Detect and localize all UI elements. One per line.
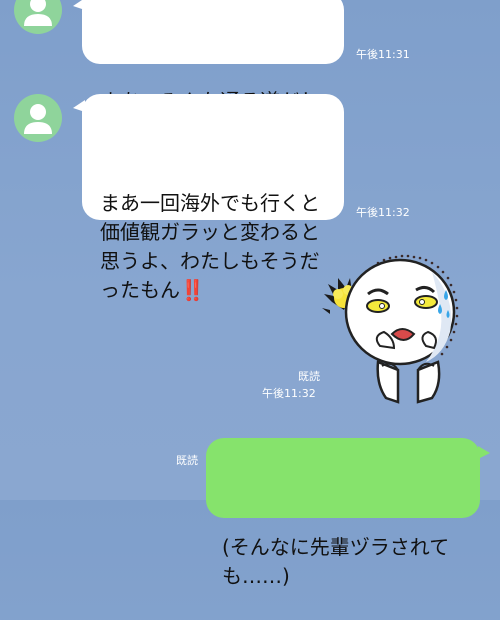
bubble-tail <box>73 0 85 10</box>
user-silhouette-icon <box>24 0 52 26</box>
double-exclamation-emoji: ‼️ <box>180 278 205 302</box>
message-text: (そんなに先輩ヅラされて も……) <box>222 535 450 588</box>
message-bubble-1[interactable]: まあ、みんな通る道だしね‼️ <box>73 0 344 142</box>
message-timestamp: 午後11:32 <box>356 206 410 219</box>
bubble-tail <box>478 446 490 459</box>
message-bubble-4[interactable]: (そんなに先輩ヅラされて も……) <box>206 438 490 588</box>
avatar[interactable] <box>14 0 62 34</box>
message-timestamp: 午後11:32 <box>262 387 316 400</box>
worried-moon-sticker[interactable] <box>322 250 472 410</box>
user-silhouette-icon <box>24 104 52 134</box>
read-receipt: 既読 <box>298 370 320 383</box>
moon-character-icon <box>322 254 459 404</box>
message-text: まあ一回海外でも行くと 価値観ガラッと変わると 思うよ、わたしもそうだ ったもん‼️ <box>100 191 320 302</box>
avatar[interactable] <box>14 94 62 142</box>
message-bubble-2[interactable]: まあ一回海外でも行くと 価値観ガラッと変わると 思うよ、わたしもそうだ ったもん‼️ <box>73 94 344 302</box>
message-timestamp: 午後11:31 <box>356 48 410 61</box>
read-receipt: 既読 <box>176 454 198 467</box>
bubble-tail <box>73 100 85 112</box>
